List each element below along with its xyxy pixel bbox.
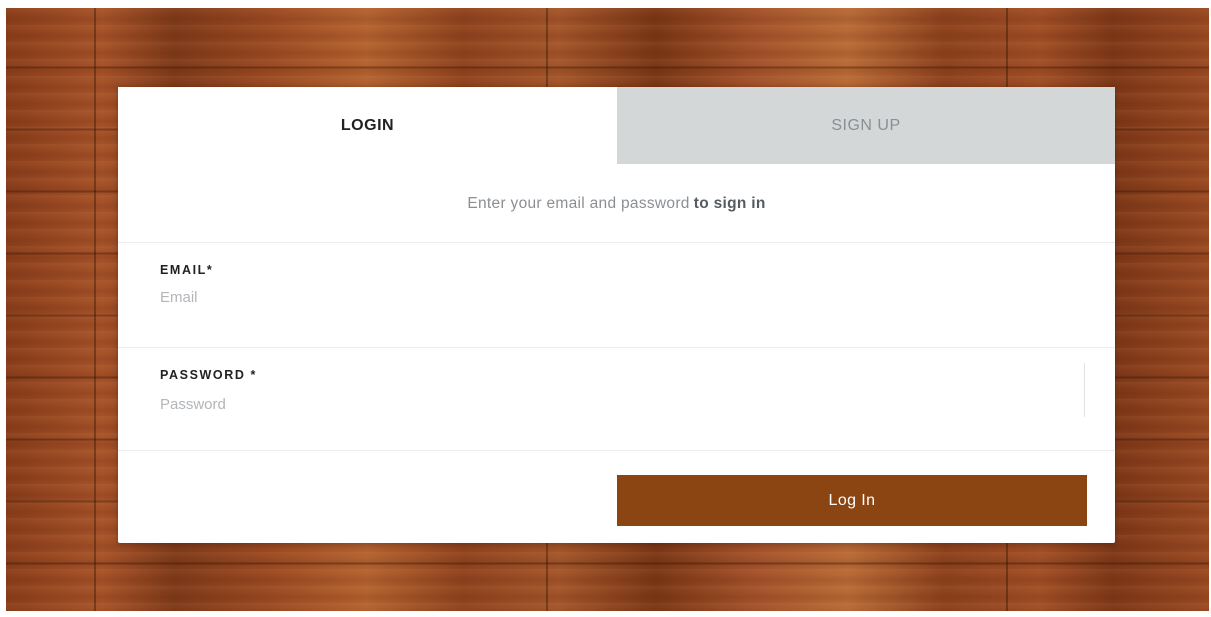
password-field-group: PASSWORD *	[118, 349, 1115, 451]
instructions-emphasis: to sign in	[693, 194, 766, 212]
email-label: EMAIL*	[160, 263, 214, 277]
tab-login[interactable]: LOGIN	[118, 87, 617, 164]
password-field-divider	[1084, 363, 1085, 417]
email-field-group: EMAIL*	[118, 244, 1115, 348]
plank-seam	[94, 8, 96, 611]
instructions-text: Enter your email and password	[467, 194, 690, 212]
email-input[interactable]	[160, 286, 1060, 308]
login-instructions: Enter your email and password to sign in	[118, 165, 1115, 243]
password-label: PASSWORD *	[160, 368, 258, 382]
auth-tabs: LOGIN SIGN UP	[118, 87, 1115, 164]
login-button[interactable]: Log In	[617, 475, 1087, 526]
password-input[interactable]	[160, 393, 1060, 415]
tab-signup[interactable]: SIGN UP	[617, 87, 1115, 164]
login-card: LOGIN SIGN UP Enter your email and passw…	[118, 87, 1115, 543]
